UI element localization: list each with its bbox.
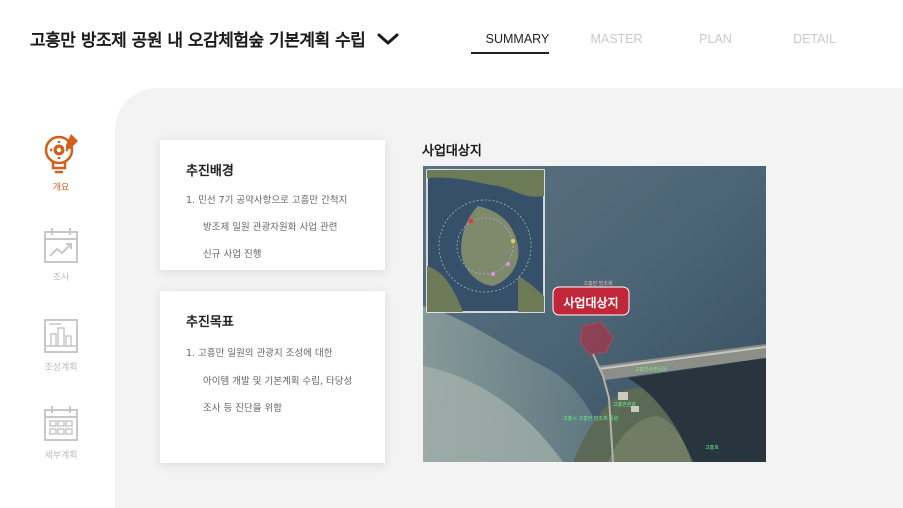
tab-detail[interactable]: DETAIL xyxy=(765,32,864,56)
top-nav: SUMMARY MASTER PLAN DETAIL xyxy=(468,32,864,56)
goal-card: 추진목표 1. 고흥만 일원의 관광지 조성에 대한 아이템 개발 및 기본계획… xyxy=(160,291,385,463)
satellite-map: 사업대상지 고흥만 방조제 고흥만수변공원 고흥만관광 고흥시 고흥만 방조제 … xyxy=(423,166,766,462)
card-line: 아이템 개발 및 기본계획 수립, 타당성 xyxy=(203,376,353,387)
tab-plan[interactable]: PLAN xyxy=(666,32,765,56)
map-tag: 고흥시 고흥만 방조제 공원 xyxy=(563,415,619,422)
card-line: 방조제 일원 관광자원화 사업 관련 xyxy=(203,222,338,233)
site-title: 사업대상지 xyxy=(422,144,482,159)
sidebar-item-label: 조사 xyxy=(52,273,70,283)
sidebar-item-survey[interactable]: 조사 xyxy=(31,226,91,283)
background-card: 추진배경 1. 민선 7기 공약사항으로 고흥만 간척지 방조제 일원 관광자원… xyxy=(160,140,385,270)
lightbulb-gear-icon xyxy=(44,134,78,174)
project-title-dropdown[interactable]: 고흥만 방조제 공원 내 오감체험숲 기본계획 수립 xyxy=(30,26,399,51)
page-title: 고흥만 방조제 공원 내 오감체험숲 기본계획 수립 xyxy=(30,31,366,51)
blueprint-building-icon xyxy=(44,319,78,353)
card-title: 추진배경 xyxy=(186,164,234,179)
card-line: 1. 고흥만 일원의 관광지 조성에 대한 xyxy=(186,348,333,359)
sidebar-item-detail[interactable]: 세부계획 xyxy=(31,404,91,461)
calendar-grid-icon xyxy=(44,406,78,441)
card-title: 추진목표 xyxy=(186,315,234,330)
map-tag: 고흥만수변공원 xyxy=(635,366,668,373)
sidebar-item-plan[interactable]: 조성계획 xyxy=(31,316,91,373)
sidebar-item-label: 개요 xyxy=(52,183,70,193)
sidebar-item-label: 조성계획 xyxy=(44,363,78,373)
sidebar-item-overview[interactable]: 개요 xyxy=(31,130,91,193)
map-small-label: 고흥만 방조제 xyxy=(583,280,613,287)
site-map-image: 사업대상지 고흥만 방조제 고흥만수변공원 고흥만관광 고흥시 고흥만 방조제 … xyxy=(423,166,766,462)
calendar-chart-icon xyxy=(44,228,78,263)
header: 고흥만 방조제 공원 내 오감체험숲 기본계획 수립 SUMMARY MASTE… xyxy=(0,0,903,80)
map-tag: 고흥호 xyxy=(705,444,719,451)
chevron-down-icon xyxy=(377,33,399,44)
tab-summary[interactable]: SUMMARY xyxy=(468,32,567,56)
card-line: 조사 등 진단을 위함 xyxy=(203,403,282,414)
map-site-label: 사업대상지 xyxy=(563,295,618,310)
tab-master[interactable]: MASTER xyxy=(567,32,666,56)
sidebar-item-label: 세부계획 xyxy=(44,451,78,461)
card-line: 1. 민선 7기 공약사항으로 고흥만 간척지 xyxy=(186,195,348,206)
card-line: 신규 사업 진행 xyxy=(203,249,262,260)
map-tag: 고흥만관광 xyxy=(613,401,636,408)
